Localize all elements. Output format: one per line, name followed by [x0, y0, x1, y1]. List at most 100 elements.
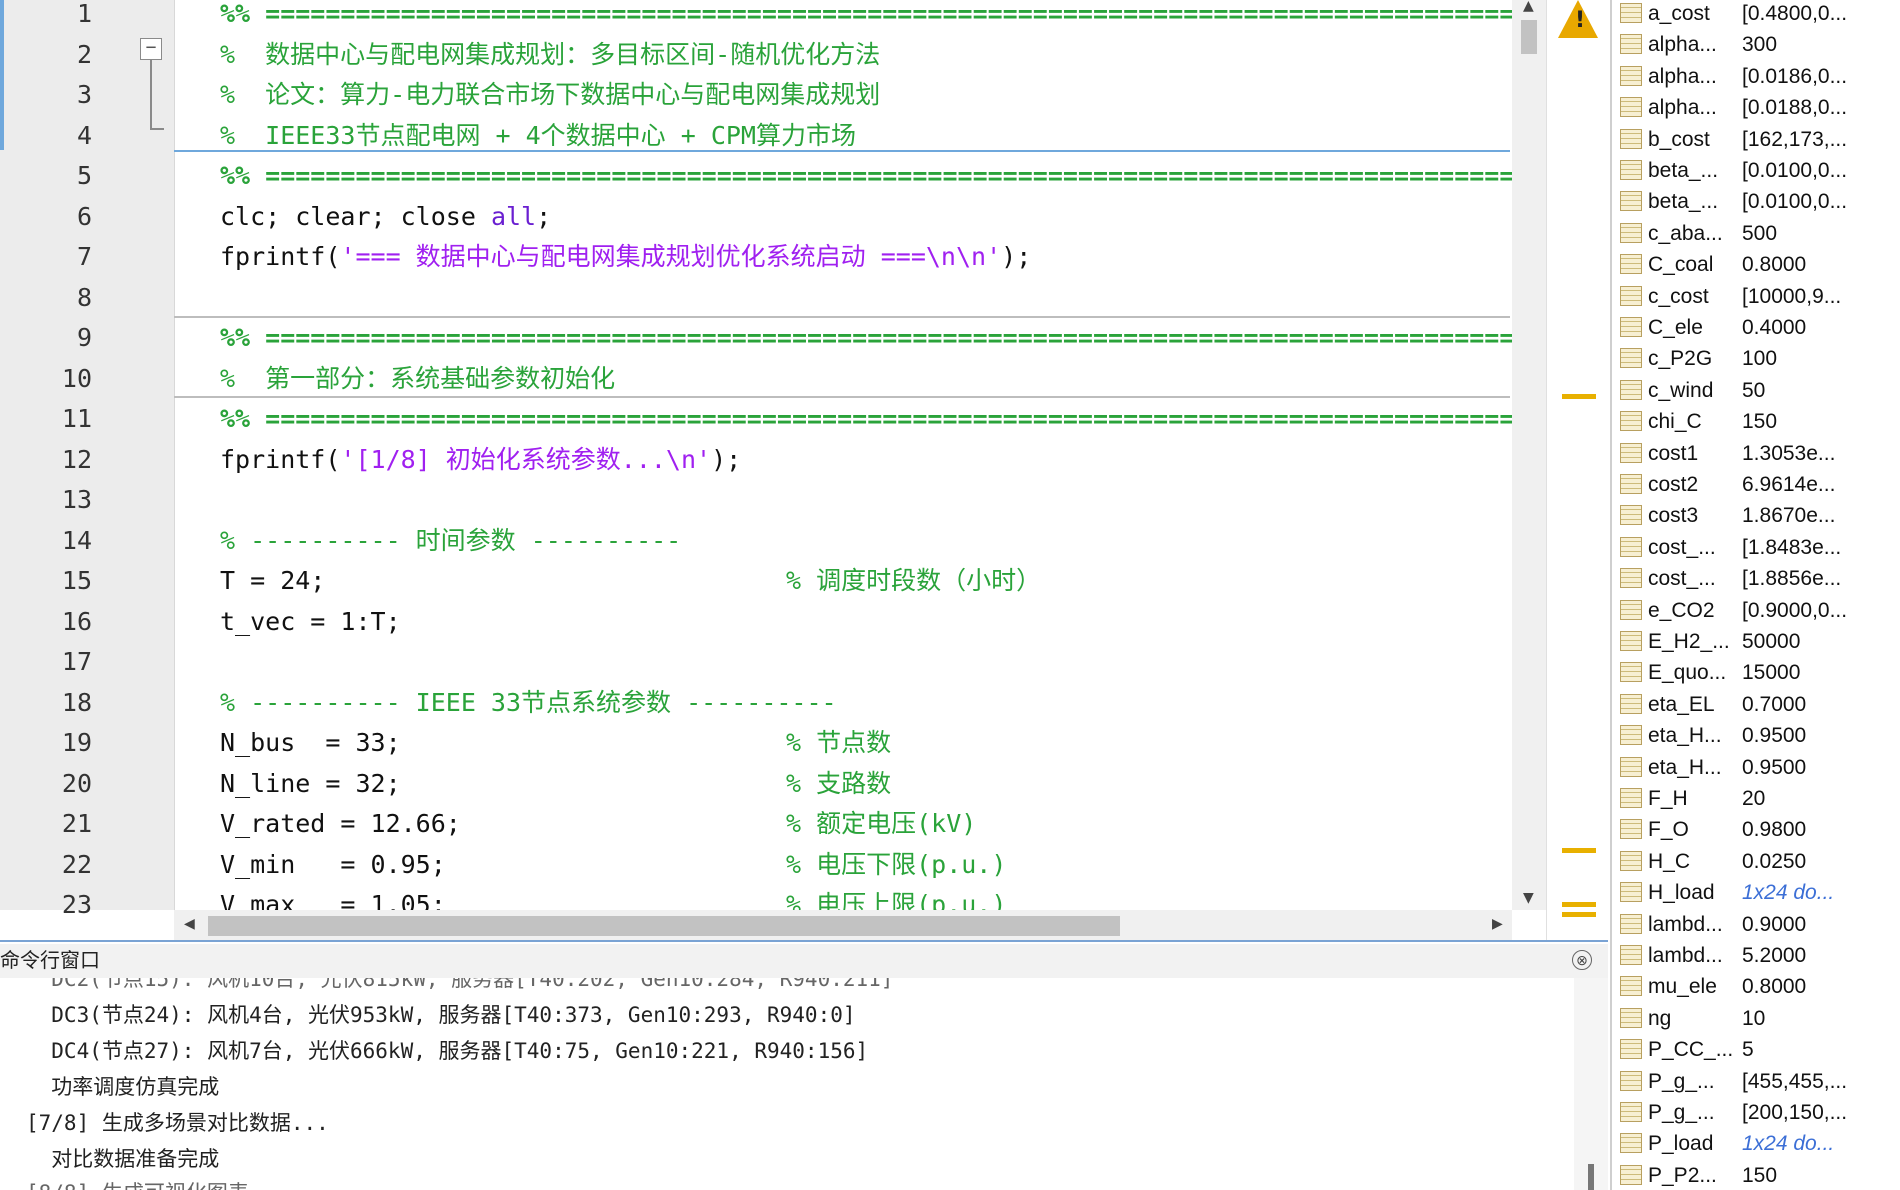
code-text[interactable]: fprintf('[1/8] 初始化系统参数...\n');	[220, 440, 741, 480]
code-line[interactable]: 18 % ---------- IEEE 33节点系统参数 ----------	[0, 683, 1510, 723]
code-text[interactable]: clc; clear; close all;	[220, 197, 551, 237]
warning-marker[interactable]	[1562, 902, 1596, 907]
workspace-variable-row[interactable]: cost_... [1.8483e...	[1612, 532, 1900, 563]
workspace-variable-row[interactable]: C_coal 0.8000	[1612, 249, 1900, 280]
code-line[interactable]: 11 %% ===================================…	[0, 399, 1560, 439]
code-editor[interactable]: − 1%% ==================================…	[0, 0, 1608, 942]
workspace-variable-row[interactable]: e_CO2 [0.9000,0...	[1612, 595, 1900, 626]
workspace-variable-row[interactable]: b_cost [162,173,...	[1612, 124, 1900, 155]
command-window-scrollbar[interactable]	[1574, 978, 1608, 1190]
workspace-variable-row[interactable]: cost1 1.3053e...	[1612, 438, 1900, 469]
workspace-variable-row[interactable]: cost_... [1.8856e...	[1612, 563, 1900, 594]
code-text[interactable]: %% =====================================…	[220, 0, 1560, 34]
code-line[interactable]: 20 N_line = 32; % 支路数	[0, 764, 1510, 804]
code-line[interactable]: 6 clc; clear; close all;	[0, 197, 1510, 237]
workspace-variable-row[interactable]: mu_ele 0.8000	[1612, 971, 1900, 1002]
code-line[interactable]: 1 %% ====================================…	[0, 0, 1560, 34]
code-token: '[1/8] 初始化系统参数...\n'	[340, 444, 712, 474]
code-line[interactable]: 14 % ---------- 时间参数 ----------	[0, 521, 1510, 561]
code-line[interactable]: 10 % 第一部分：系统基础参数初始化	[0, 359, 1510, 399]
code-line[interactable]: 3 % 论文：算力-电力联合市场下数据中心与配电网集成规划	[0, 75, 1510, 115]
code-text[interactable]: N_line = 32;	[220, 764, 401, 804]
workspace-variable-row[interactable]: P_CC_... 5	[1612, 1034, 1900, 1065]
workspace-variable-row[interactable]: C_ele 0.4000	[1612, 312, 1900, 343]
code-line[interactable]: 7 fprintf('=== 数据中心与配电网集成规划优化系统启动 ===\n\n…	[0, 237, 1510, 277]
code-text[interactable]: fprintf('=== 数据中心与配电网集成规划优化系统启动 ===\n\n'…	[220, 237, 1031, 277]
scroll-right-arrow-icon[interactable]: ▶	[1492, 916, 1503, 932]
close-icon[interactable]: ⊗	[1572, 950, 1592, 970]
workspace-variable-row[interactable]: F_H 20	[1612, 783, 1900, 814]
workspace-panel[interactable]: a_cost [0.4800,0... alpha... 300 alpha... [0.…	[1610, 0, 1900, 1190]
variable-value[interactable]: 1x24 do...	[1742, 1128, 1900, 1159]
command-scroll-thumb[interactable]	[1588, 1164, 1594, 1190]
editor-vertical-scrollbar[interactable]: ▲ ▼	[1512, 0, 1546, 910]
workspace-variable-row[interactable]: alpha... [0.0188,0...	[1612, 92, 1900, 123]
code-line[interactable]: 5 %% ====================================…	[0, 156, 1560, 196]
code-text[interactable]: % 论文：算力-电力联合市场下数据中心与配电网集成规划	[220, 75, 880, 115]
code-text[interactable]: % 第一部分：系统基础参数初始化	[220, 359, 615, 399]
workspace-variable-row[interactable]: cost2 6.9614e...	[1612, 469, 1900, 500]
vertical-scroll-thumb[interactable]	[1521, 20, 1537, 54]
matrix-variable-icon	[1620, 474, 1642, 494]
code-line[interactable]: 19 N_bus = 33; % 节点数	[0, 723, 1510, 763]
code-line[interactable]: 21 V_rated = 12.66; % 额定电压(kV)	[0, 804, 1510, 844]
code-line[interactable]: 16 t_vec = 1:T;	[0, 602, 1510, 642]
warning-marker[interactable]	[1562, 394, 1596, 399]
workspace-variable-row[interactable]: P_P2... 150	[1612, 1160, 1900, 1190]
code-line[interactable]: 8	[0, 278, 1510, 318]
workspace-variable-row[interactable]: P_g_... [455,455,...	[1612, 1066, 1900, 1097]
workspace-variable-row[interactable]: chi_C 150	[1612, 406, 1900, 437]
code-line[interactable]: 13	[0, 480, 1510, 520]
warning-marker[interactable]	[1562, 848, 1596, 853]
workspace-variable-row[interactable]: beta_... [0.0100,0...	[1612, 186, 1900, 217]
code-text[interactable]: % ---------- IEEE 33节点系统参数 ----------	[220, 683, 837, 723]
code-text[interactable]: %% =====================================…	[220, 399, 1560, 439]
code-text[interactable]: %% =====================================…	[220, 318, 1560, 358]
variable-value[interactable]: 1x24 do...	[1742, 877, 1900, 908]
code-line[interactable]: 15 T = 24; % 调度时段数（小时）	[0, 561, 1510, 601]
code-text[interactable]: % ---------- 时间参数 ----------	[220, 521, 681, 561]
workspace-variable-row[interactable]: H_load 1x24 do...	[1612, 877, 1900, 908]
code-text[interactable]: T = 24;	[220, 561, 325, 601]
workspace-variable-row[interactable]: eta_EL 0.7000	[1612, 689, 1900, 720]
workspace-variable-row[interactable]: E_H2_... 50000	[1612, 626, 1900, 657]
workspace-variable-row[interactable]: eta_H... 0.9500	[1612, 752, 1900, 783]
code-text[interactable]: V_rated = 12.66;	[220, 804, 461, 844]
workspace-variable-row[interactable]: H_C 0.0250	[1612, 846, 1900, 877]
workspace-variable-row[interactable]: c_aba... 500	[1612, 218, 1900, 249]
workspace-variable-row[interactable]: a_cost [0.4800,0...	[1612, 0, 1900, 29]
code-line[interactable]: 12 fprintf('[1/8] 初始化系统参数...\n');	[0, 440, 1510, 480]
code-analyzer-ruler[interactable]	[1546, 0, 1609, 940]
workspace-variable-row[interactable]: c_wind 50	[1612, 375, 1900, 406]
code-line[interactable]: 9 %% ====================================…	[0, 318, 1560, 358]
code-line[interactable]: 2 % 数据中心与配电网集成规划：多目标区间-随机优化方法	[0, 35, 1510, 75]
code-line[interactable]: 22 V_min = 0.95; % 电压下限(p.u.)	[0, 845, 1510, 885]
warning-marker[interactable]	[1562, 912, 1596, 917]
scroll-up-arrow-icon[interactable]: ▲	[1523, 0, 1534, 14]
editor-horizontal-scrollbar[interactable]: ◀ ▶	[174, 910, 1512, 940]
workspace-variable-row[interactable]: eta_H... 0.9500	[1612, 720, 1900, 751]
scroll-down-arrow-icon[interactable]: ▼	[1523, 890, 1534, 906]
horizontal-scroll-thumb[interactable]	[208, 916, 1120, 936]
workspace-variable-row[interactable]: F_O 0.9800	[1612, 814, 1900, 845]
code-text[interactable]: N_bus = 33;	[220, 723, 401, 763]
command-window-output[interactable]: DC2(节点15): 风机10台, 光伏815kW, 服务器[T40:202, …	[0, 978, 1608, 1190]
code-line[interactable]: 17	[0, 642, 1510, 682]
code-text[interactable]: t_vec = 1:T;	[220, 602, 401, 642]
code-text[interactable]: % 数据中心与配电网集成规划：多目标区间-随机优化方法	[220, 35, 880, 75]
workspace-variable-row[interactable]: ng 10	[1612, 1003, 1900, 1034]
workspace-variable-row[interactable]: c_cost [10000,9...	[1612, 281, 1900, 312]
code-text[interactable]: %% =====================================…	[220, 156, 1560, 196]
workspace-variable-row[interactable]: c_P2G 100	[1612, 343, 1900, 374]
workspace-variable-row[interactable]: alpha... 300	[1612, 29, 1900, 60]
workspace-variable-row[interactable]: lambd... 0.9000	[1612, 909, 1900, 940]
scroll-left-arrow-icon[interactable]: ◀	[184, 916, 195, 932]
workspace-variable-row[interactable]: alpha... [0.0186,0...	[1612, 61, 1900, 92]
workspace-variable-row[interactable]: P_load 1x24 do...	[1612, 1128, 1900, 1159]
workspace-variable-row[interactable]: lambd... 5.2000	[1612, 940, 1900, 971]
workspace-variable-row[interactable]: beta_... [0.0100,0...	[1612, 155, 1900, 186]
code-text[interactable]: V_min = 0.95;	[220, 845, 446, 885]
workspace-variable-row[interactable]: E_quo... 15000	[1612, 657, 1900, 688]
workspace-variable-row[interactable]: cost3 1.8670e...	[1612, 500, 1900, 531]
workspace-variable-row[interactable]: P_g_... [200,150,...	[1612, 1097, 1900, 1128]
